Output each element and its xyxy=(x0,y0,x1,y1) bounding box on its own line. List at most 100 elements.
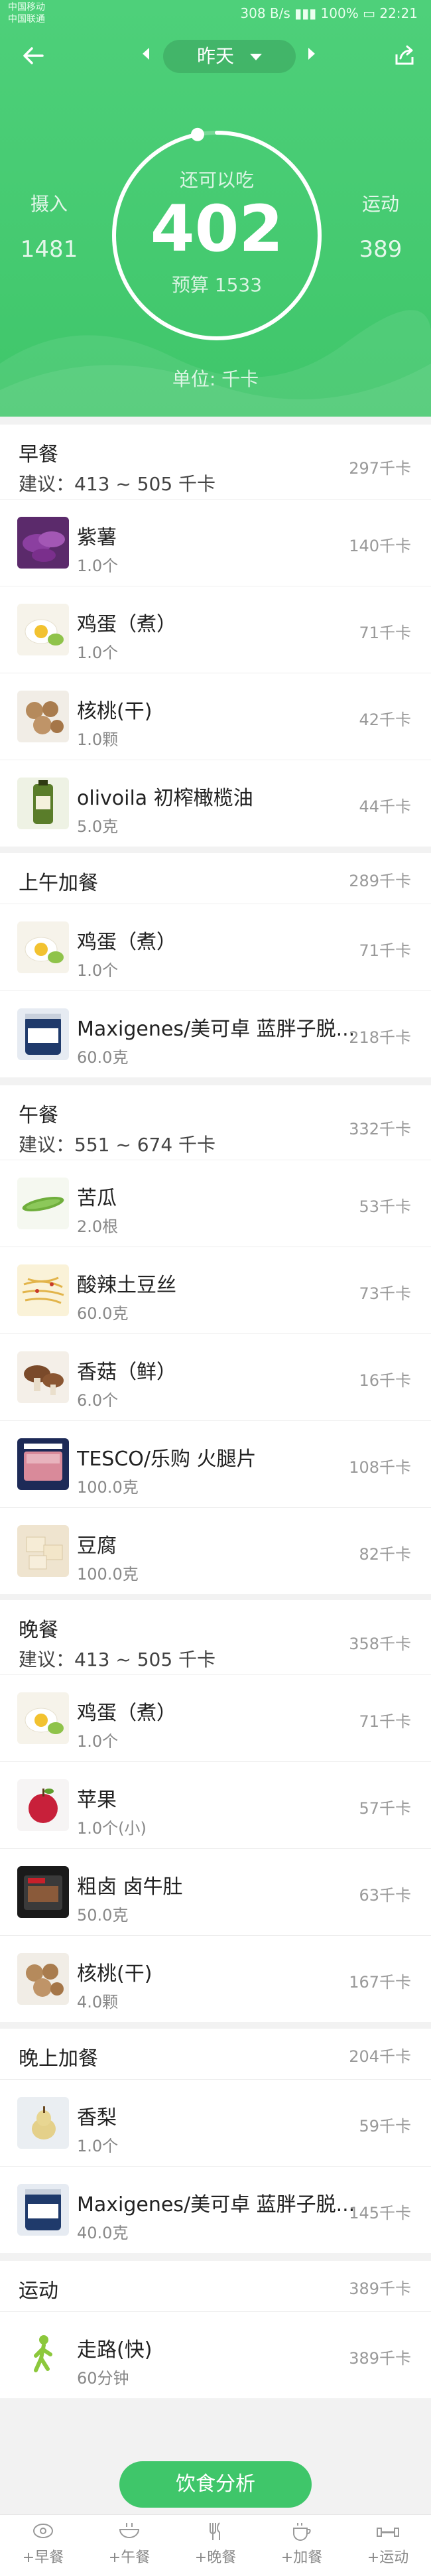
section-title: 运动 xyxy=(19,2279,58,2303)
food-item[interactable]: 鸡蛋（煮） 1.0个 71千卡 xyxy=(0,1675,431,1762)
ring-text: 还可以吃 402 预算 1533 xyxy=(107,126,326,345)
food-quantity: 100.0克 xyxy=(77,1565,139,1584)
day-label: 昨天 xyxy=(196,45,234,67)
food-name: 苦瓜 xyxy=(77,1187,117,1210)
food-quantity: 60.0克 xyxy=(77,1048,129,1067)
boiled-egg-icon xyxy=(17,1692,69,1744)
tab-exercise[interactable]: +运动 xyxy=(345,2515,431,2576)
section-header[interactable]: 晚餐 建议：413 ~ 505 千卡 358千卡 xyxy=(0,1600,431,1675)
food-kcal: 16千卡 xyxy=(359,1371,411,1390)
meal-section: 晚餐 建议：413 ~ 505 千卡 358千卡 鸡蛋（煮） 1.0个 71千卡… xyxy=(0,1600,431,2022)
section-kcal: 289千卡 xyxy=(349,872,411,890)
day-selector[interactable]: 昨天 xyxy=(163,40,296,73)
food-item[interactable]: 紫薯 1.0个 140千卡 xyxy=(0,500,431,586)
food-quantity: 60.0克 xyxy=(77,1304,129,1323)
ham-icon xyxy=(17,1438,69,1490)
tab-dinner[interactable]: +晚餐 xyxy=(172,2515,259,2576)
tofu-icon xyxy=(17,1525,69,1577)
food-item[interactable]: 粗卤 卤牛肚 50.0克 63千卡 xyxy=(0,1849,431,1936)
food-item[interactable]: Maxigenes/美可卓 蓝胖子脱... 40.0克 145千卡 xyxy=(0,2167,431,2253)
share-icon[interactable] xyxy=(391,42,418,69)
remaining-value: 402 xyxy=(150,192,284,266)
tab-snack[interactable]: +加餐 xyxy=(259,2515,345,2576)
food-name: Maxigenes/美可卓 蓝胖子脱... xyxy=(77,1018,355,1041)
food-kcal: 389千卡 xyxy=(349,2349,411,2368)
section-title: 早餐 xyxy=(19,443,58,466)
food-item[interactable]: 鸡蛋（煮） 1.0个 71千卡 xyxy=(0,586,431,673)
food-name: 苹果 xyxy=(77,1789,117,1812)
food-item[interactable]: 核桃(干) 4.0颗 167千卡 xyxy=(0,1936,431,2022)
food-item[interactable]: olivoila 初榨橄榄油 5.0克 44千卡 xyxy=(0,760,431,847)
walnut-icon xyxy=(17,1953,69,2005)
summary-header: 中国移动 中国联通 308 B/s ▮▮▮ 100% ▭ 22:21 昨天 摄入… xyxy=(0,0,431,417)
food-item[interactable]: 鸡蛋（煮） 1.0个 71千卡 xyxy=(0,904,431,991)
section-header[interactable]: 运动 389千卡 xyxy=(0,2261,431,2312)
food-kcal: 73千卡 xyxy=(359,1284,411,1303)
meal-section: 午餐 建议：551 ~ 674 千卡 332千卡 苦瓜 2.0根 53千卡 酸辣… xyxy=(0,1085,431,1594)
food-quantity: 50.0克 xyxy=(77,1906,129,1925)
boiled-egg-icon xyxy=(17,604,69,655)
section-title: 晚上加餐 xyxy=(19,2047,98,2070)
prev-day-arrow-icon[interactable] xyxy=(143,48,149,60)
food-kcal: 145千卡 xyxy=(349,2204,411,2222)
section-header[interactable]: 午餐 建议：551 ~ 674 千卡 332千卡 xyxy=(0,1085,431,1160)
clock: 22:21 xyxy=(379,5,418,21)
food-item[interactable]: 豆腐 100.0克 82千卡 xyxy=(0,1508,431,1594)
apple-icon xyxy=(17,1779,69,1831)
diet-analysis-button[interactable]: 饮食分析 xyxy=(119,2461,312,2508)
food-item[interactable]: 酸辣土豆丝 60.0克 73千卡 xyxy=(0,1247,431,1334)
remaining-label: 还可以吃 xyxy=(179,169,254,191)
food-kcal: 82千卡 xyxy=(359,1545,411,1564)
food-name: 鸡蛋（煮） xyxy=(77,1702,176,1725)
food-kcal: 59千卡 xyxy=(359,2117,411,2135)
food-kcal: 42千卡 xyxy=(359,711,411,729)
food-quantity: 1.0个 xyxy=(77,557,119,575)
boiled-egg-icon xyxy=(17,921,69,973)
food-quantity: 4.0颗 xyxy=(77,1993,119,2011)
section-header[interactable]: 上午加餐 289千卡 xyxy=(0,853,431,904)
next-day-arrow-icon[interactable] xyxy=(308,48,315,60)
network-speed: 308 B/s xyxy=(240,5,290,21)
back-arrow-icon[interactable] xyxy=(20,42,46,69)
pear-icon xyxy=(17,2097,69,2149)
food-quantity: 40.0克 xyxy=(77,2224,129,2242)
section-header[interactable]: 早餐 建议：413 ~ 505 千卡 297千卡 xyxy=(0,425,431,500)
food-name: TESCO/乐购 火腿片 xyxy=(77,1448,257,1471)
food-quantity: 100.0克 xyxy=(77,1478,139,1497)
food-name: 走路(快) xyxy=(77,2339,153,2362)
meal-section: 上午加餐 289千卡 鸡蛋（煮） 1.0个 71千卡 Maxigenes/美可卓… xyxy=(0,853,431,1077)
food-item[interactable]: 香梨 1.0个 59千卡 xyxy=(0,2080,431,2167)
section-kcal: 204千卡 xyxy=(349,2047,411,2066)
food-item[interactable]: 香菇（鲜） 6.0个 16千卡 xyxy=(0,1334,431,1421)
food-item[interactable]: 苦瓜 2.0根 53千卡 xyxy=(0,1160,431,1247)
olive-oil-icon xyxy=(17,778,69,829)
tab-label: +加餐 xyxy=(280,2549,323,2566)
food-name: 酸辣土豆丝 xyxy=(77,1274,176,1297)
food-kcal: 44千卡 xyxy=(359,797,411,816)
tab-breakfast[interactable]: +早餐 xyxy=(0,2515,86,2576)
intake-summary: 摄入 1481 xyxy=(9,190,89,263)
intake-label: 摄入 xyxy=(30,193,68,215)
food-item[interactable]: 苹果 1.0个(小) 57千卡 xyxy=(0,1762,431,1849)
food-item[interactable]: 走路(快) 60分钟 389千卡 xyxy=(0,2312,431,2398)
food-item[interactable]: 核桃(干) 1.0颗 42千卡 xyxy=(0,673,431,760)
food-quantity: 1.0个 xyxy=(77,1732,119,1751)
section-kcal: 358千卡 xyxy=(349,1635,411,1653)
exercise-summary: 运动 389 xyxy=(341,190,420,263)
carrier-1: 中国移动 xyxy=(8,2,45,13)
food-quantity: 5.0克 xyxy=(77,817,119,836)
exercise-icon xyxy=(377,2528,399,2537)
section-advice: 建议：413 ~ 505 千卡 xyxy=(19,1649,216,1670)
food-name: Maxigenes/美可卓 蓝胖子脱... xyxy=(77,2193,355,2216)
section-header[interactable]: 晚上加餐 204千卡 xyxy=(0,2029,431,2080)
section-advice: 建议：413 ~ 505 千卡 xyxy=(19,473,216,495)
tab-lunch[interactable]: +午餐 xyxy=(86,2515,172,2576)
food-item[interactable]: TESCO/乐购 火腿片 100.0克 108千卡 xyxy=(0,1421,431,1508)
food-name: 紫薯 xyxy=(77,526,117,549)
signal-icon: ▮▮▮ xyxy=(294,5,317,21)
food-kcal: 71千卡 xyxy=(359,624,411,642)
food-item[interactable]: Maxigenes/美可卓 蓝胖子脱... 60.0克 218千卡 xyxy=(0,991,431,1077)
walking-icon xyxy=(17,2329,69,2381)
food-quantity: 2.0根 xyxy=(77,1217,119,1236)
food-kcal: 108千卡 xyxy=(349,1458,411,1477)
